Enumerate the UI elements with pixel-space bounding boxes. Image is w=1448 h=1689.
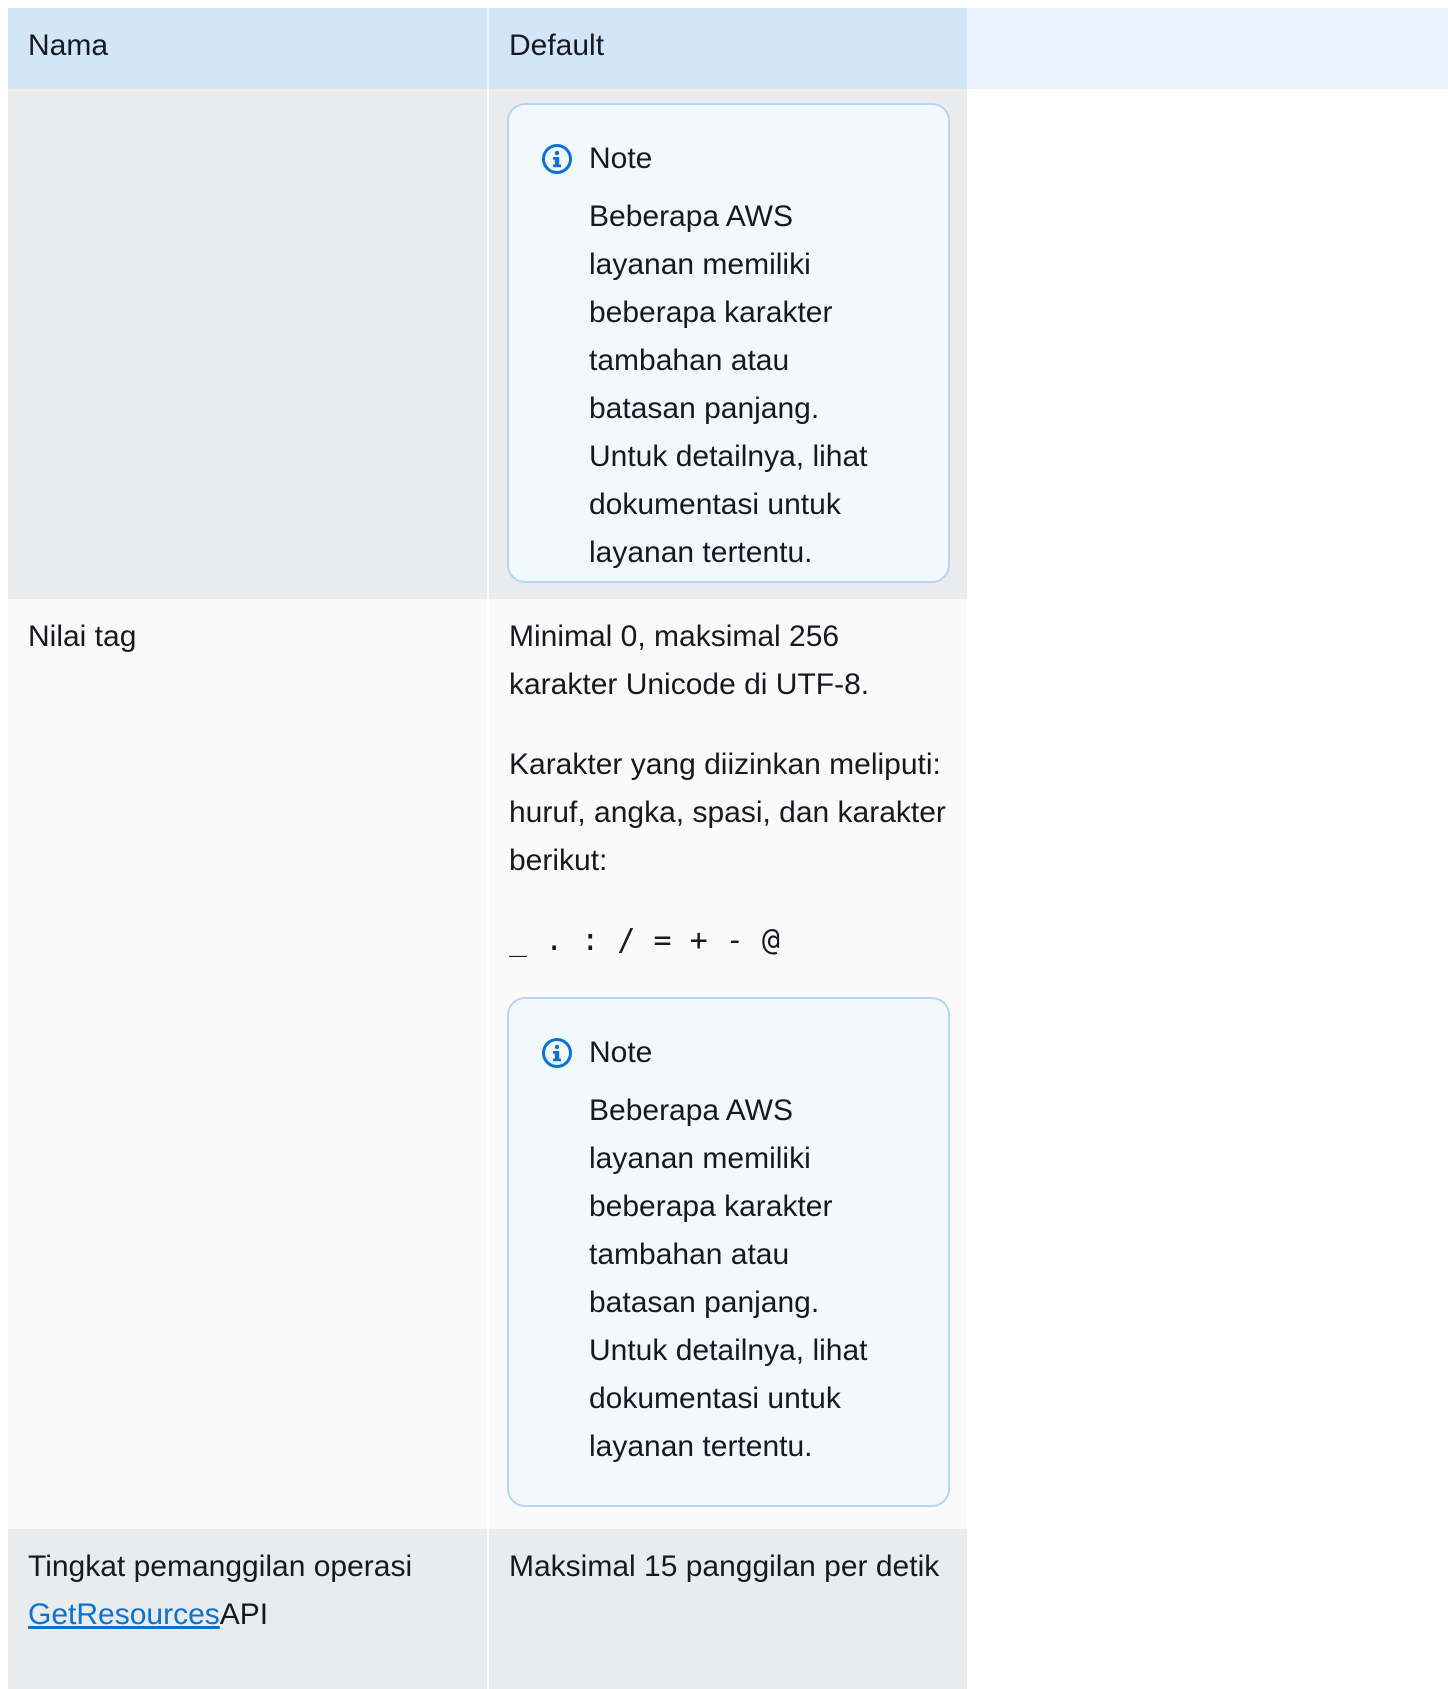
table-row: Nilai tag Minimal 0, maksimal 256 karakt… (8, 599, 967, 1529)
limit-text: Minimal 0, maksimal 256 karakter Unicode… (509, 620, 870, 701)
note-line: Untuk detailnya, lihat (589, 1334, 868, 1367)
table-row: Tingkat pemanggilan operasi GetResources… (8, 1529, 967, 1689)
info-circle-icon (542, 144, 572, 174)
note-line: Beberapa AWS (589, 1094, 794, 1127)
note-line: batasan panjang. (589, 392, 820, 425)
table-cell-default: Maksimal 15 panggilan per detik (488, 1529, 967, 1689)
note-box: Note Beberapa AWS layanan memiliki beber… (507, 103, 950, 583)
note-line: layanan tertentu. (589, 536, 813, 569)
note-line: dokumentasi untuk (589, 488, 841, 521)
header-extension (967, 8, 1448, 89)
note-line: tambahan atau (589, 1238, 790, 1271)
table-cell-default: Minimal 0, maksimal 256 karakter Unicode… (488, 599, 967, 1529)
note-title: Note (589, 142, 653, 175)
note-line: Beberapa AWS (589, 200, 794, 233)
table-cell-default: Note Beberapa AWS layanan memiliki beber… (488, 89, 967, 599)
table-cell-name: Tingkat pemanggilan operasi GetResources… (8, 1529, 489, 1689)
quota-table: Nama Default Note Beberapa AWS layanan m… (8, 8, 967, 1689)
row-name-suffix: API (219, 1598, 269, 1631)
note-line: layanan memiliki (589, 1142, 811, 1175)
rate-limit-value: Maksimal 15 panggilan per detik (509, 1550, 940, 1583)
note-line: Untuk detailnya, lihat (589, 440, 868, 473)
table-cell-name (8, 89, 489, 599)
note-box: Note Beberapa AWS layanan memiliki beber… (507, 997, 950, 1507)
note-line: dokumentasi untuk (589, 1382, 841, 1415)
note-title: Note (589, 1036, 653, 1069)
table-cell-name: Nilai tag (8, 599, 489, 1529)
getresources-link[interactable]: GetResources (28, 1598, 220, 1631)
info-circle-icon (542, 1038, 572, 1068)
row-name: Nilai tag (28, 620, 137, 653)
column-header-name: Nama (8, 8, 489, 89)
note-line: tambahan atau (589, 344, 790, 377)
table-header-row: Nama Default (8, 8, 967, 89)
allowed-characters-code: _ . : / = + - @ (509, 923, 780, 958)
note-text: Beberapa AWS layanan memiliki beberapa k… (589, 193, 928, 577)
row-name-prefix: Tingkat pemanggilan operasi (28, 1550, 413, 1583)
note-line: beberapa karakter (589, 1190, 833, 1223)
allowed-characters-text: Karakter yang diizinkan meliputi: huruf,… (509, 748, 946, 877)
note-line: layanan memiliki (589, 248, 811, 281)
note-line: layanan tertentu. (589, 1430, 813, 1463)
note-text: Beberapa AWS layanan memiliki beberapa k… (589, 1087, 928, 1471)
note-line: batasan panjang. (589, 1286, 820, 1319)
table-row: Note Beberapa AWS layanan memiliki beber… (8, 89, 967, 599)
column-header-default: Default (488, 8, 967, 89)
note-line: beberapa karakter (589, 296, 833, 329)
